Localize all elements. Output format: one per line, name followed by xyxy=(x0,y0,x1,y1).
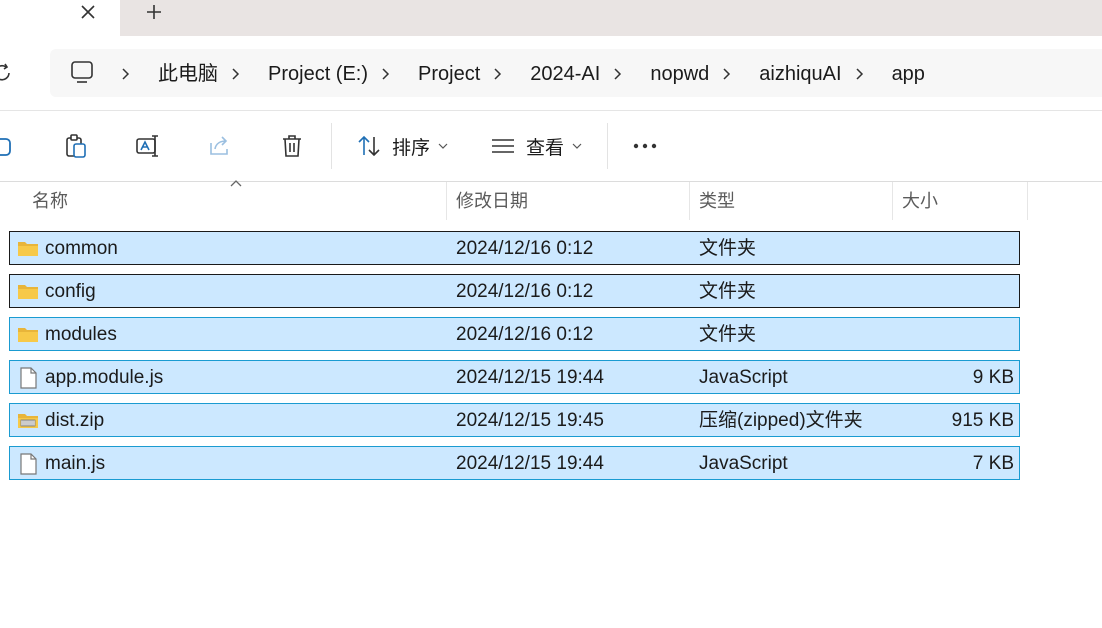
column-header-type[interactable]: 类型 xyxy=(699,182,735,220)
column-header-name[interactable]: 名称 xyxy=(32,182,68,220)
navigation-bar: 此电脑 Project (E:) Project 2024-AI nopwd a… xyxy=(0,36,1102,111)
file-name: main.js xyxy=(45,453,106,474)
breadcrumb-item[interactable]: Project xyxy=(418,61,480,87)
file-name: common xyxy=(45,238,118,259)
file-name: modules xyxy=(45,324,117,345)
file-row[interactable]: dist.zip 2024/12/15 19:45 压缩(zipped)文件夹 … xyxy=(9,403,1020,437)
file-row[interactable]: config 2024/12/16 0:12 文件夹 xyxy=(9,274,1020,308)
file-row[interactable]: common 2024/12/16 0:12 文件夹 xyxy=(9,231,1020,265)
sort-icon xyxy=(358,135,380,157)
file-name: app.module.js xyxy=(45,367,164,388)
more-options-icon[interactable] xyxy=(632,133,658,159)
sort-label: 排序 xyxy=(392,137,431,159)
share-icon[interactable] xyxy=(207,133,233,159)
column-divider[interactable] xyxy=(892,182,893,220)
file-date: 2024/12/16 0:12 xyxy=(456,238,594,259)
file-type: JavaScript xyxy=(699,453,788,474)
file-date: 2024/12/16 0:12 xyxy=(456,281,594,302)
sort-ascending-icon xyxy=(230,180,242,187)
file-size: 7 KB xyxy=(972,453,1014,474)
breadcrumb-item[interactable]: Project (E:) xyxy=(268,61,368,87)
file-date: 2024/12/15 19:45 xyxy=(456,410,604,431)
file-type: 文件夹 xyxy=(699,238,757,259)
view-label: 查看 xyxy=(526,137,565,159)
zip-folder-icon xyxy=(18,414,38,428)
chevron-right-icon[interactable] xyxy=(854,68,866,80)
column-header-date[interactable]: 修改日期 xyxy=(456,182,528,220)
paste-icon[interactable] xyxy=(63,133,89,159)
breadcrumb-item[interactable]: 此电脑 xyxy=(158,61,218,87)
file-type: 压缩(zipped)文件夹 xyxy=(699,410,863,431)
computer-icon xyxy=(71,61,93,83)
file-date: 2024/12/15 19:44 xyxy=(456,453,604,474)
column-divider[interactable] xyxy=(1027,182,1028,220)
file-row[interactable]: main.js 2024/12/15 19:44 JavaScript 7 KB xyxy=(9,446,1020,480)
column-header-size[interactable]: 大小 xyxy=(902,182,938,220)
command-bar: 排序 查看 xyxy=(0,111,1102,182)
chevron-down-icon xyxy=(572,143,582,149)
tab-strip xyxy=(0,0,1102,36)
new-tab-icon[interactable] xyxy=(144,2,164,22)
active-tab[interactable] xyxy=(0,0,120,36)
chevron-down-icon xyxy=(438,143,448,149)
view-button[interactable]: 查看 xyxy=(490,129,582,163)
divider xyxy=(607,123,608,169)
sort-button[interactable]: 排序 xyxy=(356,129,448,163)
column-divider[interactable] xyxy=(689,182,690,220)
file-type: 文件夹 xyxy=(699,324,757,345)
chevron-right-icon[interactable] xyxy=(721,68,733,80)
file-name: dist.zip xyxy=(45,410,105,431)
copy-icon[interactable] xyxy=(0,133,14,159)
breadcrumb-item[interactable]: 2024-AI xyxy=(530,61,600,87)
divider xyxy=(331,123,332,169)
file-icon xyxy=(20,367,37,389)
chevron-right-icon[interactable] xyxy=(230,68,242,80)
chevron-right-icon[interactable] xyxy=(612,68,624,80)
folder-icon xyxy=(18,285,38,299)
list-view-icon xyxy=(492,139,514,153)
file-size: 9 KB xyxy=(972,367,1014,388)
file-name: config xyxy=(45,281,96,302)
column-divider[interactable] xyxy=(446,182,447,220)
file-date: 2024/12/16 0:12 xyxy=(456,324,594,345)
chevron-right-icon[interactable] xyxy=(492,68,504,80)
breadcrumb-item[interactable]: aizhiquAI xyxy=(759,61,841,87)
rename-icon[interactable] xyxy=(135,133,161,159)
file-date: 2024/12/15 19:44 xyxy=(456,367,604,388)
folder-icon xyxy=(18,242,38,256)
file-type: 文件夹 xyxy=(699,281,757,302)
file-row[interactable]: modules 2024/12/16 0:12 文件夹 xyxy=(9,317,1020,351)
file-icon xyxy=(20,453,37,475)
breadcrumb: 此电脑 Project (E:) Project 2024-AI nopwd a… xyxy=(108,61,925,87)
delete-icon[interactable] xyxy=(279,133,305,159)
close-icon[interactable] xyxy=(78,2,98,22)
breadcrumb-item[interactable]: app xyxy=(892,61,925,87)
folder-icon xyxy=(18,328,38,342)
file-size: 915 KB xyxy=(951,410,1014,431)
breadcrumb-item[interactable]: nopwd xyxy=(650,61,709,87)
file-row[interactable]: app.module.js 2024/12/15 19:44 JavaScrip… xyxy=(9,360,1020,394)
refresh-icon[interactable] xyxy=(0,62,14,84)
file-type: JavaScript xyxy=(699,367,788,388)
chevron-right-icon[interactable] xyxy=(380,68,392,80)
chevron-right-icon[interactable] xyxy=(120,68,132,80)
